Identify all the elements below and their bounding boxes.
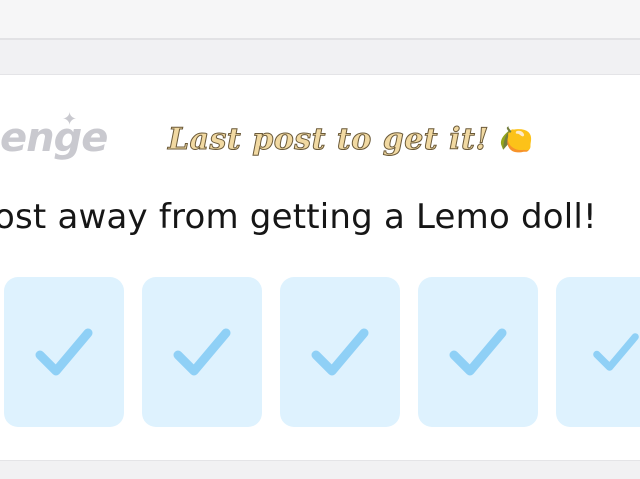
checkmark-icon [449,328,507,376]
lemon-emoji-icon: 🍋 [497,122,533,156]
progress-tile [418,277,538,427]
header-strip [0,0,640,40]
challenge-subtitle: ost away from getting a Lemo doll! [0,197,597,237]
checkmark-icon [593,333,639,371]
checkmark-icon [35,328,93,376]
progress-tile [142,277,262,427]
checkmark-icon [311,328,369,376]
challenge-card: enge ✦ Last post to get it! 🍋 ost away f… [0,74,640,461]
sparkle-icon: ✦ [62,109,78,130]
headline-text: Last post to get it! [167,121,490,157]
progress-tile [4,277,124,427]
challenge-headline: Last post to get it! 🍋 [167,119,533,159]
progress-tile [556,277,640,427]
checkmark-icon [173,328,231,376]
challenge-brand-label: enge [0,115,108,161]
progress-tile [280,277,400,427]
